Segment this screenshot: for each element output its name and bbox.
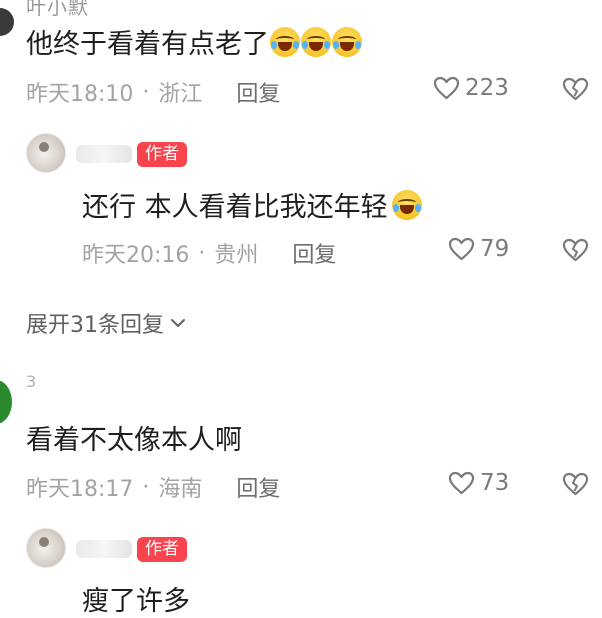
- comment-meta: 昨天18:17 · 海南 回复: [26, 471, 280, 503]
- author-name-blurred[interactable]: [76, 540, 132, 558]
- laugh-cry-emoji-icon: [332, 26, 362, 57]
- reply-meta: 昨天20:16 · 贵州 回复: [82, 237, 336, 269]
- reply-button[interactable]: 回复: [236, 76, 280, 108]
- reply-location: 贵州: [214, 243, 259, 268]
- separator: ·: [142, 79, 150, 105]
- reply-text: 还行 本人看着比我还年轻: [82, 185, 422, 224]
- laugh-cry-emoji-icon: [301, 26, 331, 57]
- comment-feed: 叶小默 他终于看着有点老了 昨天18:10 · 浙江 回复 223 作者 还行 …: [0, 0, 602, 618]
- commenter-name[interactable]: 叶小默: [26, 0, 89, 20]
- like-count: 79: [480, 236, 510, 262]
- broken-heart-icon[interactable]: [562, 472, 589, 496]
- broken-heart-icon[interactable]: [562, 77, 589, 101]
- expand-replies-label: 展开31条回复: [26, 313, 164, 338]
- broken-heart-icon[interactable]: [562, 238, 589, 262]
- author-badge: 作者: [137, 537, 187, 562]
- comment-location: 浙江: [158, 82, 203, 107]
- reply-button[interactable]: 回复: [236, 471, 280, 503]
- chevron-down-icon: [171, 319, 185, 327]
- reply-time: 昨天20:16: [82, 243, 190, 268]
- comment-meta: 昨天18:10 · 浙江 回复: [26, 76, 280, 108]
- reply-text-content: 瘦了许多: [82, 586, 190, 617]
- comment-text: 看着不太像本人啊: [26, 418, 242, 457]
- author-avatar[interactable]: [26, 133, 66, 173]
- separator: ·: [198, 240, 206, 266]
- comment-time: 昨天18:10: [26, 82, 134, 107]
- reply-text: 瘦了许多: [82, 579, 190, 618]
- heart-outline-icon: [433, 76, 460, 100]
- like-button[interactable]: 79: [448, 236, 509, 262]
- comment-text-content: 看着不太像本人啊: [26, 425, 242, 456]
- like-button[interactable]: 223: [433, 75, 509, 101]
- commenter-avatar[interactable]: [0, 8, 14, 36]
- separator: ·: [142, 474, 150, 500]
- like-count: 223: [465, 75, 509, 101]
- laugh-cry-emoji-icon: [270, 26, 300, 57]
- comment-location: 海南: [158, 477, 203, 502]
- heart-outline-icon: [448, 471, 475, 495]
- laugh-cry-emoji-icon: [391, 189, 422, 220]
- commenter-name[interactable]: 3: [26, 372, 37, 391]
- reply-button[interactable]: 回复: [292, 237, 336, 269]
- author-badge: 作者: [137, 142, 187, 167]
- comment-time: 昨天18:17: [26, 477, 134, 502]
- author-name-blurred[interactable]: [76, 145, 132, 163]
- heart-outline-icon: [448, 237, 475, 261]
- like-count: 73: [480, 470, 510, 496]
- author-avatar[interactable]: [26, 528, 66, 568]
- reply-text-content: 还行 本人看着比我还年轻: [82, 192, 388, 223]
- comment-text: 他终于看着有点老了: [26, 22, 362, 61]
- comment-text-content: 他终于看着有点老了: [26, 29, 269, 60]
- like-button[interactable]: 73: [448, 470, 509, 496]
- expand-replies-button[interactable]: 展开31条回复: [26, 307, 186, 339]
- commenter-avatar[interactable]: [0, 380, 12, 424]
